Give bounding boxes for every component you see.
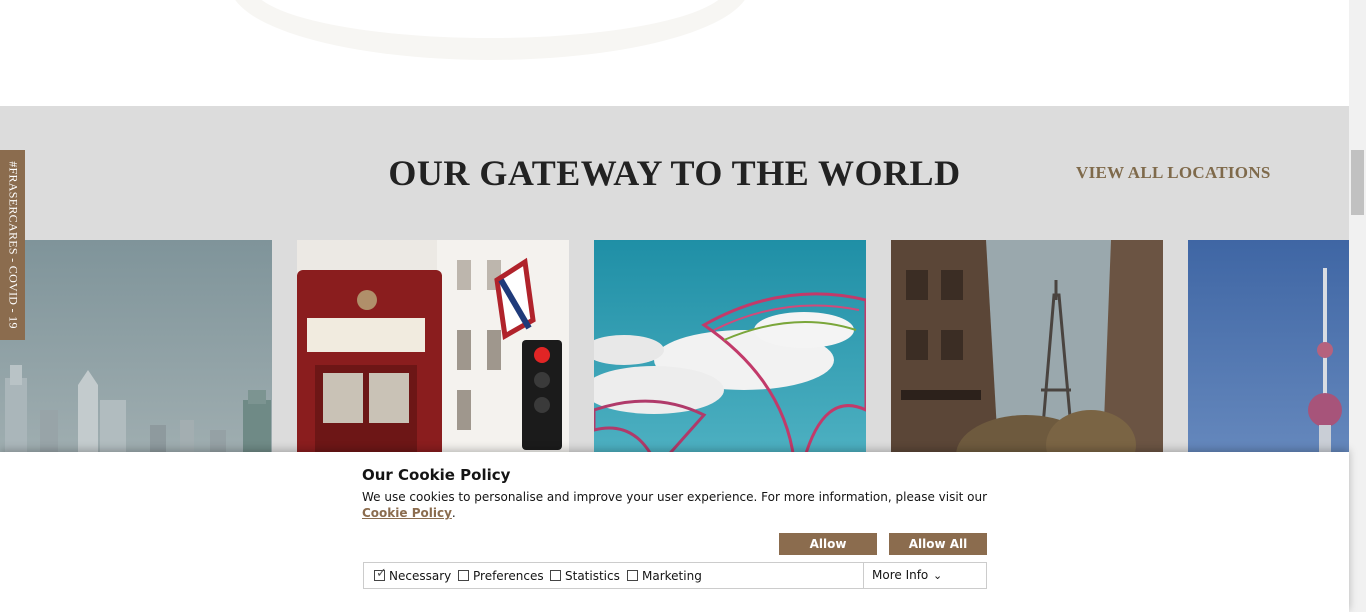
top-area (0, 0, 1349, 106)
statistics-checkbox[interactable] (550, 570, 561, 581)
allow-selection-button[interactable]: Allow Selection (779, 533, 877, 573)
frasercares-side-tab[interactable]: #FRASERCARES - COVID - 19 (0, 150, 25, 340)
more-info-label: More Info (872, 568, 929, 582)
cookie-text: We use cookies to personalise and improv… (362, 489, 992, 521)
cookie-text-body: We use cookies to personalise and improv… (362, 490, 988, 504)
view-all-locations-link[interactable]: VIEW ALL LOCATIONS (1076, 163, 1271, 183)
allow-all-button[interactable]: Allow All (889, 533, 987, 555)
preferences-label: Preferences (473, 569, 544, 583)
check-icon: ✓ (376, 566, 387, 581)
side-tab-label: #FRASERCARES - COVID - 19 (6, 161, 20, 329)
page-scrollbar[interactable] (1349, 0, 1366, 612)
cookie-title: Our Cookie Policy (362, 466, 511, 484)
statistics-label: Statistics (565, 569, 620, 583)
more-info-toggle[interactable]: More Info ⌄ (863, 563, 987, 588)
necessary-checkbox[interactable]: ✓ (374, 566, 387, 581)
scrollbar-thumb[interactable] (1351, 150, 1364, 215)
marketing-checkbox[interactable] (627, 570, 638, 581)
cookie-banner: Our Cookie Policy We use cookies to pers… (0, 452, 1349, 612)
preferences-checkbox[interactable] (458, 570, 469, 581)
cookie-options-bar: ✓ Necessary Preferences Statistics Marke… (363, 562, 987, 589)
cookie-text-end: . (451, 506, 456, 520)
marketing-label: Marketing (642, 569, 702, 583)
cookie-policy-link[interactable]: Cookie Policy (362, 506, 452, 520)
chevron-down-icon: ⌄ (933, 569, 943, 582)
decorative-swirl (230, 0, 750, 60)
necessary-label: Necessary (389, 569, 452, 583)
